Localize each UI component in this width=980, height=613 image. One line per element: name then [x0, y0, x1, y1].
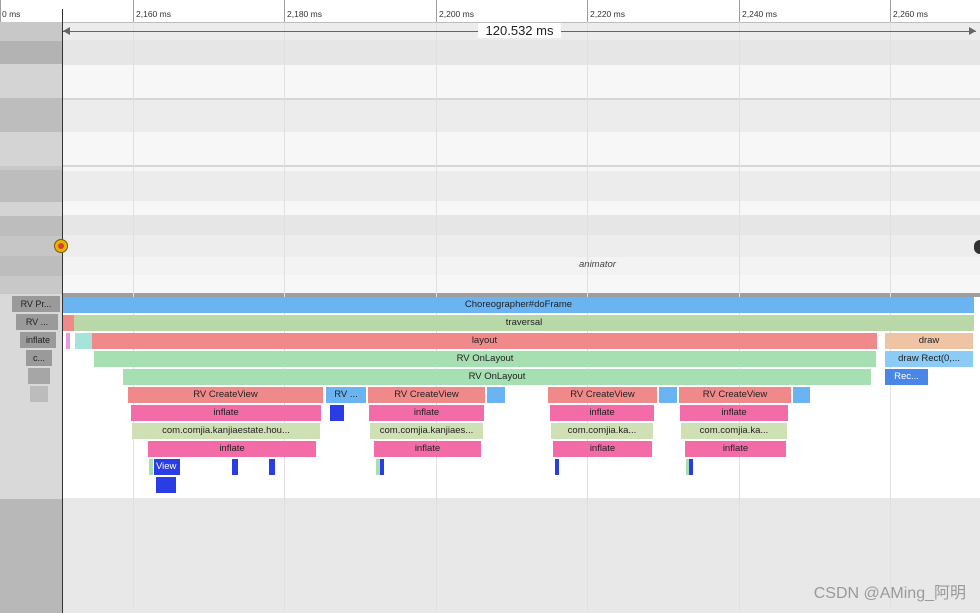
gutter-band	[0, 216, 62, 236]
ruler-tick: 2,240 ms	[739, 0, 777, 22]
slice-choreographer-doframe[interactable]: Choreographer#doFrame	[63, 297, 974, 313]
left-slice[interactable]	[30, 386, 48, 402]
ruler-tick-label: 0 ms	[2, 9, 21, 19]
track-row	[63, 132, 980, 165]
ruler-tick-label: 2,200 ms	[439, 9, 474, 19]
gutter-band	[0, 202, 62, 216]
gutter-band	[0, 236, 62, 256]
slice-small[interactable]	[66, 333, 70, 349]
slice-small[interactable]	[269, 459, 275, 475]
slice-small[interactable]	[149, 459, 153, 475]
duration-label: 120.532 ms	[477, 23, 562, 38]
track-row	[63, 65, 980, 98]
slice-view[interactable]: View	[154, 459, 180, 475]
slice-small[interactable]	[156, 477, 176, 493]
ruler-tick: 2,200 ms	[436, 0, 474, 22]
slice-small[interactable]	[330, 405, 344, 421]
slice-inflate[interactable]: inflate	[369, 405, 484, 421]
gutter-band	[0, 64, 62, 98]
gutter-band	[0, 41, 62, 64]
time-ruler[interactable]: 0 ms 2,160 ms 2,180 ms 2,200 ms 2,220 ms…	[0, 0, 980, 23]
slice-com-comjia[interactable]: com.comjia.kanjiaestate.hou...	[132, 423, 320, 439]
slice-inflate[interactable]: inflate	[148, 441, 316, 457]
marker-end-icon[interactable]	[974, 240, 980, 254]
left-slice[interactable]: RV ...	[16, 314, 58, 330]
slice-com-comjia[interactable]: com.comjia.ka...	[681, 423, 787, 439]
slice-rv-short[interactable]: RV ...	[326, 387, 366, 403]
slice-small[interactable]	[75, 333, 92, 349]
slice-small[interactable]	[689, 459, 693, 475]
slice-small[interactable]	[487, 387, 505, 403]
slice-inflate[interactable]: inflate	[553, 441, 652, 457]
track-row	[63, 201, 980, 215]
slice-small[interactable]	[380, 459, 384, 475]
slice-inflate[interactable]: inflate	[550, 405, 654, 421]
ruler-tick: 2,160 ms	[133, 0, 171, 22]
ruler-tick-label: 2,160 ms	[136, 9, 171, 19]
slice-small[interactable]	[555, 459, 559, 475]
slice-small[interactable]	[659, 387, 677, 403]
gutter-band	[0, 499, 62, 613]
slice-rv-createview[interactable]: RV CreateView	[679, 387, 791, 403]
slice-rv-createview[interactable]: RV CreateView	[368, 387, 485, 403]
slice-rv-onlayout[interactable]: RV OnLayout	[94, 351, 876, 367]
ruler-tick: 2,180 ms	[284, 0, 322, 22]
slice-inflate[interactable]: inflate	[680, 405, 788, 421]
slice-traversal[interactable]: traversal	[74, 315, 974, 331]
track-row	[63, 40, 980, 65]
ruler-tick-label: 2,260 ms	[893, 9, 928, 19]
ruler-tick-label: 2,220 ms	[590, 9, 625, 19]
animator-track-label: animator	[579, 259, 616, 270]
slice-rec[interactable]: Rec...	[885, 369, 928, 385]
left-slice[interactable]: inflate	[20, 332, 56, 348]
slice-draw[interactable]: draw	[885, 333, 973, 349]
track-row	[63, 275, 980, 293]
track-row	[63, 235, 980, 257]
slice-layout[interactable]: layout	[92, 333, 877, 349]
watermark: CSDN @AMing_阿明	[813, 585, 966, 602]
ruler-tick: 2,260 ms	[890, 0, 928, 22]
slice-com-comjia[interactable]: com.comjia.kanjiaes...	[370, 423, 483, 439]
slice-inflate[interactable]: inflate	[685, 441, 786, 457]
slice-rv-createview[interactable]: RV CreateView	[128, 387, 323, 403]
gutter-band	[0, 132, 62, 166]
ruler-tick-label: 2,180 ms	[287, 9, 322, 19]
track-row	[63, 100, 980, 132]
slice-rv-onlayout-nested[interactable]: RV OnLayout	[123, 369, 871, 385]
ruler-tick-label: 2,240 ms	[742, 9, 777, 19]
gutter-band	[0, 98, 62, 132]
gutter-band	[0, 170, 62, 202]
gutter-band	[0, 256, 62, 276]
slice-com-comjia[interactable]: com.comjia.ka...	[551, 423, 653, 439]
ruler-tick: 2,220 ms	[587, 0, 625, 22]
marker-dot	[58, 243, 64, 249]
slice-draw-rect[interactable]: draw Rect(0,...	[885, 351, 973, 367]
slice-small[interactable]	[63, 315, 74, 331]
ruler-tick: 0 ms	[0, 0, 20, 22]
track-row	[63, 215, 980, 235]
selection-duration: 120.532 ms	[63, 23, 976, 38]
slice-inflate[interactable]: inflate	[131, 405, 321, 421]
track-row	[63, 171, 980, 201]
marker-flag-icon[interactable]	[54, 239, 68, 253]
track-row	[63, 257, 980, 275]
left-slice[interactable]: c...	[26, 350, 52, 366]
slice-small[interactable]	[793, 387, 810, 403]
slice-inflate[interactable]: inflate	[374, 441, 481, 457]
slice-rv-createview[interactable]: RV CreateView	[548, 387, 657, 403]
slice-small[interactable]	[232, 459, 238, 475]
left-slice[interactable]	[28, 368, 50, 384]
left-slice[interactable]: RV Pr...	[12, 296, 60, 312]
